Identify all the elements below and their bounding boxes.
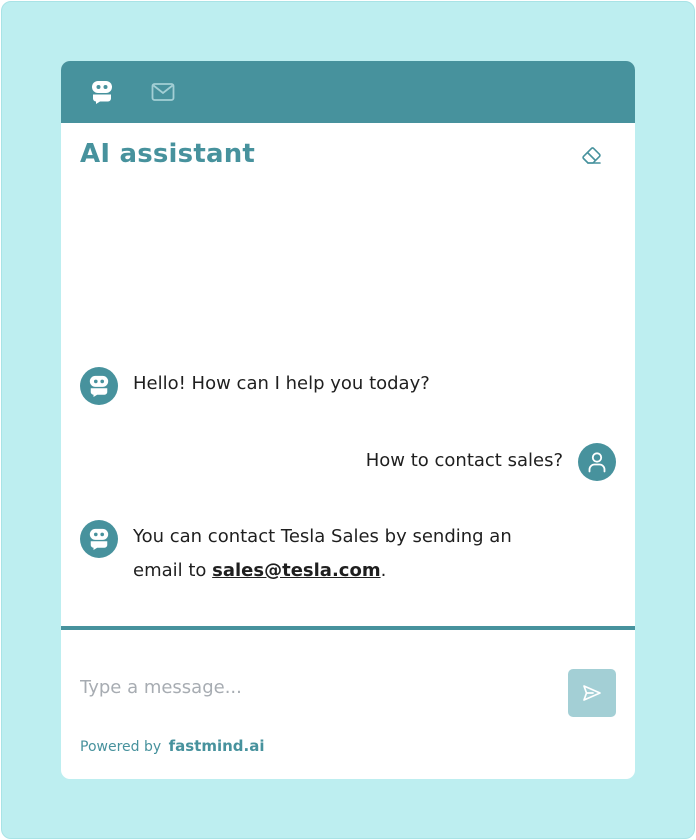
assistant-avatar: [80, 520, 118, 558]
send-icon: [583, 685, 601, 701]
clear-chat-button[interactable]: [579, 143, 605, 169]
robot-icon: [89, 528, 109, 550]
assistant-message: You can contact Tesla Sales by sending a…: [133, 520, 553, 588]
powered-by-label: Powered by: [80, 739, 162, 755]
eraser-icon: [582, 147, 601, 164]
assistant-message: Hello! How can I help you today?: [133, 373, 430, 394]
robot-icon: [89, 375, 109, 397]
composer-divider: [61, 626, 635, 630]
brand-link[interactable]: fastmind.ai: [169, 737, 265, 755]
mail-icon: [151, 83, 175, 101]
message-line: email to sales@tesla.com.: [133, 554, 553, 588]
message-text: email to: [133, 560, 213, 581]
user-avatar: [578, 443, 616, 481]
assistant-avatar: [80, 367, 118, 405]
message-text: .: [380, 560, 387, 581]
chat-widget: AI assistant Hello! How can I help you t…: [61, 61, 635, 779]
sales-email-link[interactable]: sales@tesla.com: [212, 560, 380, 581]
user-message: How to contact sales?: [365, 450, 563, 471]
tab-assistant[interactable]: [85, 75, 119, 109]
powered-by: Powered by fastmind.ai: [80, 737, 265, 755]
send-button[interactable]: [568, 669, 616, 717]
message-input[interactable]: [80, 667, 550, 707]
tab-mail[interactable]: [146, 75, 180, 109]
chat-title: AI assistant: [80, 139, 256, 169]
robot-icon: [92, 81, 112, 104]
message-line: You can contact Tesla Sales by sending a…: [133, 526, 512, 547]
tab-bar: [61, 61, 635, 123]
user-icon: [588, 452, 606, 473]
